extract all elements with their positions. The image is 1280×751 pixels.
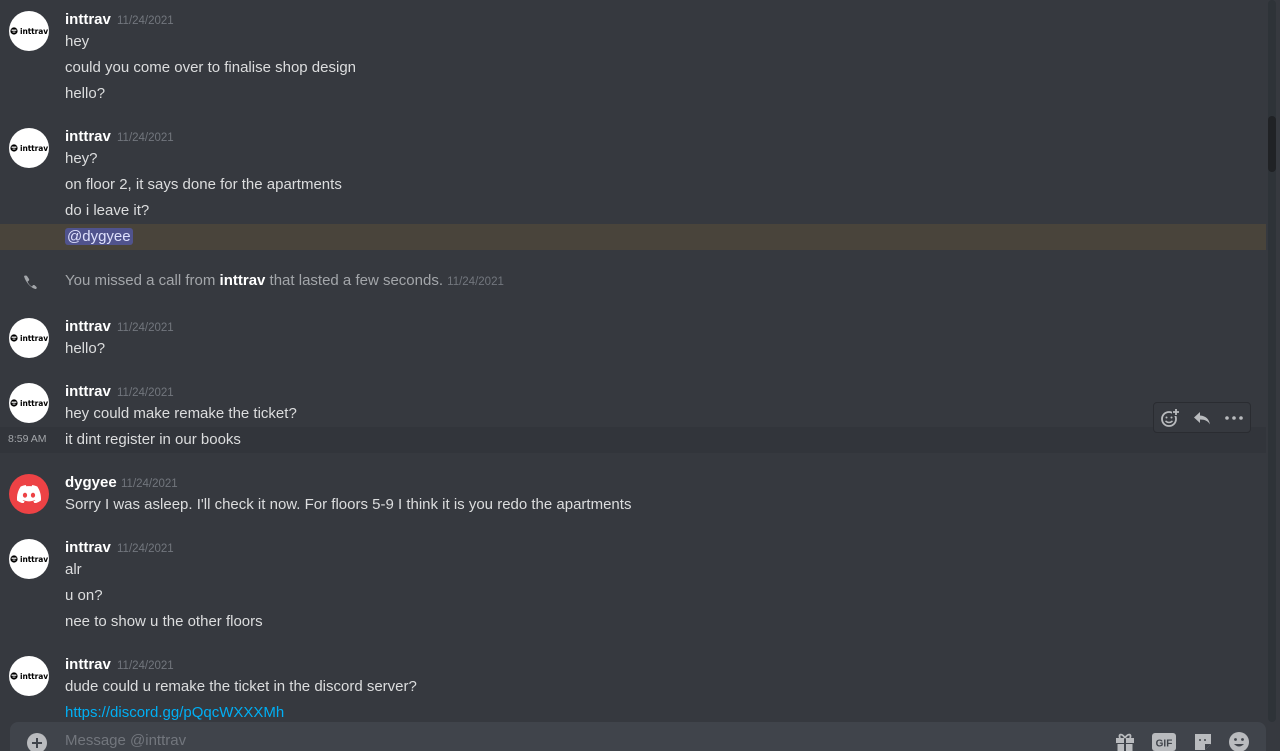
gift-icon[interactable] (1114, 731, 1136, 751)
avatar-inttrav[interactable]: inttrav (9, 383, 49, 423)
username[interactable]: dygyee (65, 474, 117, 492)
inttrav-logo: inttrav (10, 27, 48, 36)
username[interactable]: inttrav (65, 383, 111, 401)
avatar-inttrav[interactable]: inttrav (9, 539, 49, 579)
message-list: inttrav inttrav 11/24/2021 hey could you… (0, 0, 1266, 722)
username[interactable]: inttrav (65, 318, 111, 336)
app-window: inttrav inttrav 11/24/2021 hey could you… (0, 0, 1280, 751)
message-composer: Message @inttrav GIF (10, 722, 1266, 751)
message-text: alr (65, 561, 82, 578)
message-text: u on? (65, 587, 103, 604)
avatar-text: inttrav (19, 26, 49, 36)
inttrav-logo: inttrav (10, 334, 48, 343)
scrollbar-track[interactable] (1268, 0, 1276, 722)
message-input[interactable]: Message @inttrav (65, 732, 186, 749)
message-text: hey? (65, 150, 98, 167)
message-text: hello? (65, 340, 106, 357)
inttrav-logo: inttrav (10, 672, 48, 681)
mention-highlight (0, 224, 1266, 250)
missed-call-message: You missed a call from inttrav that last… (65, 272, 504, 289)
invite-link[interactable]: https://discord.gg/pQqcWXXXMh (65, 704, 284, 721)
gif-label: GIF (1156, 739, 1173, 750)
message-text: it dint register in our books (65, 431, 241, 448)
message-text: dude could u remake the ticket in the di… (65, 678, 417, 695)
discord-logo-icon (17, 485, 41, 503)
username[interactable]: inttrav (65, 539, 111, 557)
hover-timestamp: 8:59 AM (8, 433, 47, 445)
message-text: hey (65, 33, 90, 50)
avatar-inttrav[interactable]: inttrav (9, 11, 49, 51)
message-text: could you come over to finalise shop des… (65, 59, 357, 76)
avatar-inttrav[interactable]: inttrav (9, 656, 49, 696)
message-text: Sorry I was asleep. I'll check it now. F… (65, 496, 632, 513)
message-text: nee to show u the other floors (65, 613, 263, 630)
avatar-dygyee[interactable] (9, 474, 49, 514)
call-text-prefix: You missed a call from (65, 272, 216, 289)
username[interactable]: inttrav (65, 11, 111, 29)
message-timestamp: 11/24/2021 (117, 387, 174, 399)
message-timestamp: 11/24/2021 (121, 478, 178, 490)
message-text: on floor 2, it says done for the apartme… (65, 176, 342, 193)
message-text: do i leave it? (65, 202, 150, 219)
avatar-text: inttrav (19, 398, 49, 408)
reply-icon[interactable] (1190, 406, 1214, 430)
message-text: https://discord.gg/pQqcWXXXMh (65, 703, 284, 723)
avatar-inttrav[interactable]: inttrav (9, 128, 49, 168)
gif-icon[interactable]: GIF (1152, 731, 1176, 751)
message-text: hey could make remake the ticket? (65, 405, 297, 422)
message-actions-toolbar (1153, 402, 1251, 433)
emoji-icon[interactable] (1228, 731, 1250, 751)
message-timestamp: 11/24/2021 (117, 322, 174, 334)
add-attachment-icon[interactable] (26, 732, 48, 751)
avatar-inttrav[interactable]: inttrav (9, 318, 49, 358)
inttrav-logo: inttrav (10, 555, 48, 564)
message-timestamp: 11/24/2021 (117, 660, 174, 672)
message-text: @dygyee (65, 227, 133, 247)
user-mention[interactable]: @dygyee (65, 228, 133, 245)
avatar-text: inttrav (19, 333, 49, 343)
message-timestamp: 11/24/2021 (117, 132, 174, 144)
inttrav-logo: inttrav (10, 144, 48, 153)
call-text-suffix: that lasted a few seconds. (269, 272, 443, 289)
scrollbar-thumb[interactable] (1268, 116, 1276, 172)
avatar-text: inttrav (19, 671, 49, 681)
username[interactable]: inttrav (65, 128, 111, 146)
more-options-icon[interactable] (1222, 406, 1246, 430)
sticker-icon[interactable] (1192, 731, 1214, 751)
caller-name[interactable]: inttrav (220, 272, 266, 289)
add-reaction-icon[interactable] (1158, 406, 1182, 430)
avatar-text: inttrav (19, 554, 49, 564)
call-timestamp: 11/24/2021 (447, 276, 504, 288)
message-timestamp: 11/24/2021 (117, 15, 174, 27)
username[interactable]: inttrav (65, 656, 111, 674)
message-text: hello? (65, 85, 106, 102)
phone-missed-icon (20, 272, 40, 297)
avatar-text: inttrav (19, 143, 49, 153)
inttrav-logo: inttrav (10, 399, 48, 408)
message-timestamp: 11/24/2021 (117, 543, 174, 555)
